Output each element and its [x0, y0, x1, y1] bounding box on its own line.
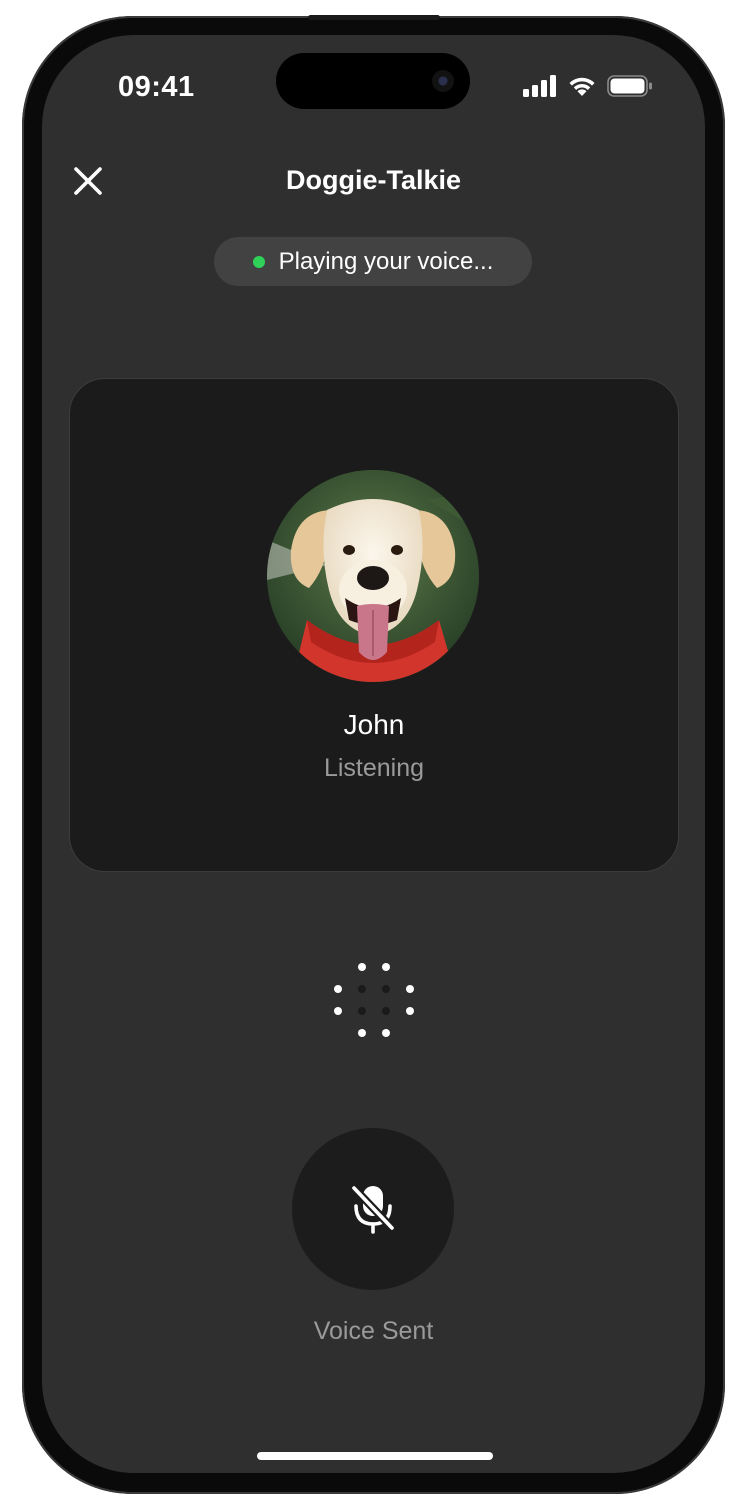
- front-camera-icon: [432, 70, 454, 92]
- avatar: [267, 470, 479, 682]
- cellular-signal-icon: [523, 75, 557, 102]
- participant-card: John Listening: [69, 378, 679, 872]
- microphone-button[interactable]: [292, 1128, 454, 1290]
- wifi-icon: [567, 75, 597, 102]
- dog-photo: [267, 470, 479, 682]
- side-button-top: [308, 15, 440, 20]
- live-indicator-dot: [252, 255, 265, 268]
- battery-icon: [607, 75, 653, 102]
- status-icons: [523, 75, 653, 102]
- participant-name: John: [343, 709, 405, 740]
- microphone-off-icon: [350, 1184, 396, 1234]
- dynamic-island: [276, 53, 470, 109]
- participant-status: Listening: [323, 754, 425, 782]
- playback-status-text: Playing your voice...: [278, 247, 494, 275]
- microphone-status-label: Voice Sent: [313, 1317, 434, 1345]
- app-screen: 09:41 Doggie-Talkie Playing your voice..…: [42, 35, 705, 1473]
- status-time: 09:41: [118, 71, 195, 103]
- page-title: Doggie-Talkie: [285, 165, 462, 195]
- loading-dots-icon: [326, 959, 422, 1043]
- playback-status-badge: Playing your voice...: [214, 237, 532, 286]
- home-indicator[interactable]: [257, 1452, 493, 1460]
